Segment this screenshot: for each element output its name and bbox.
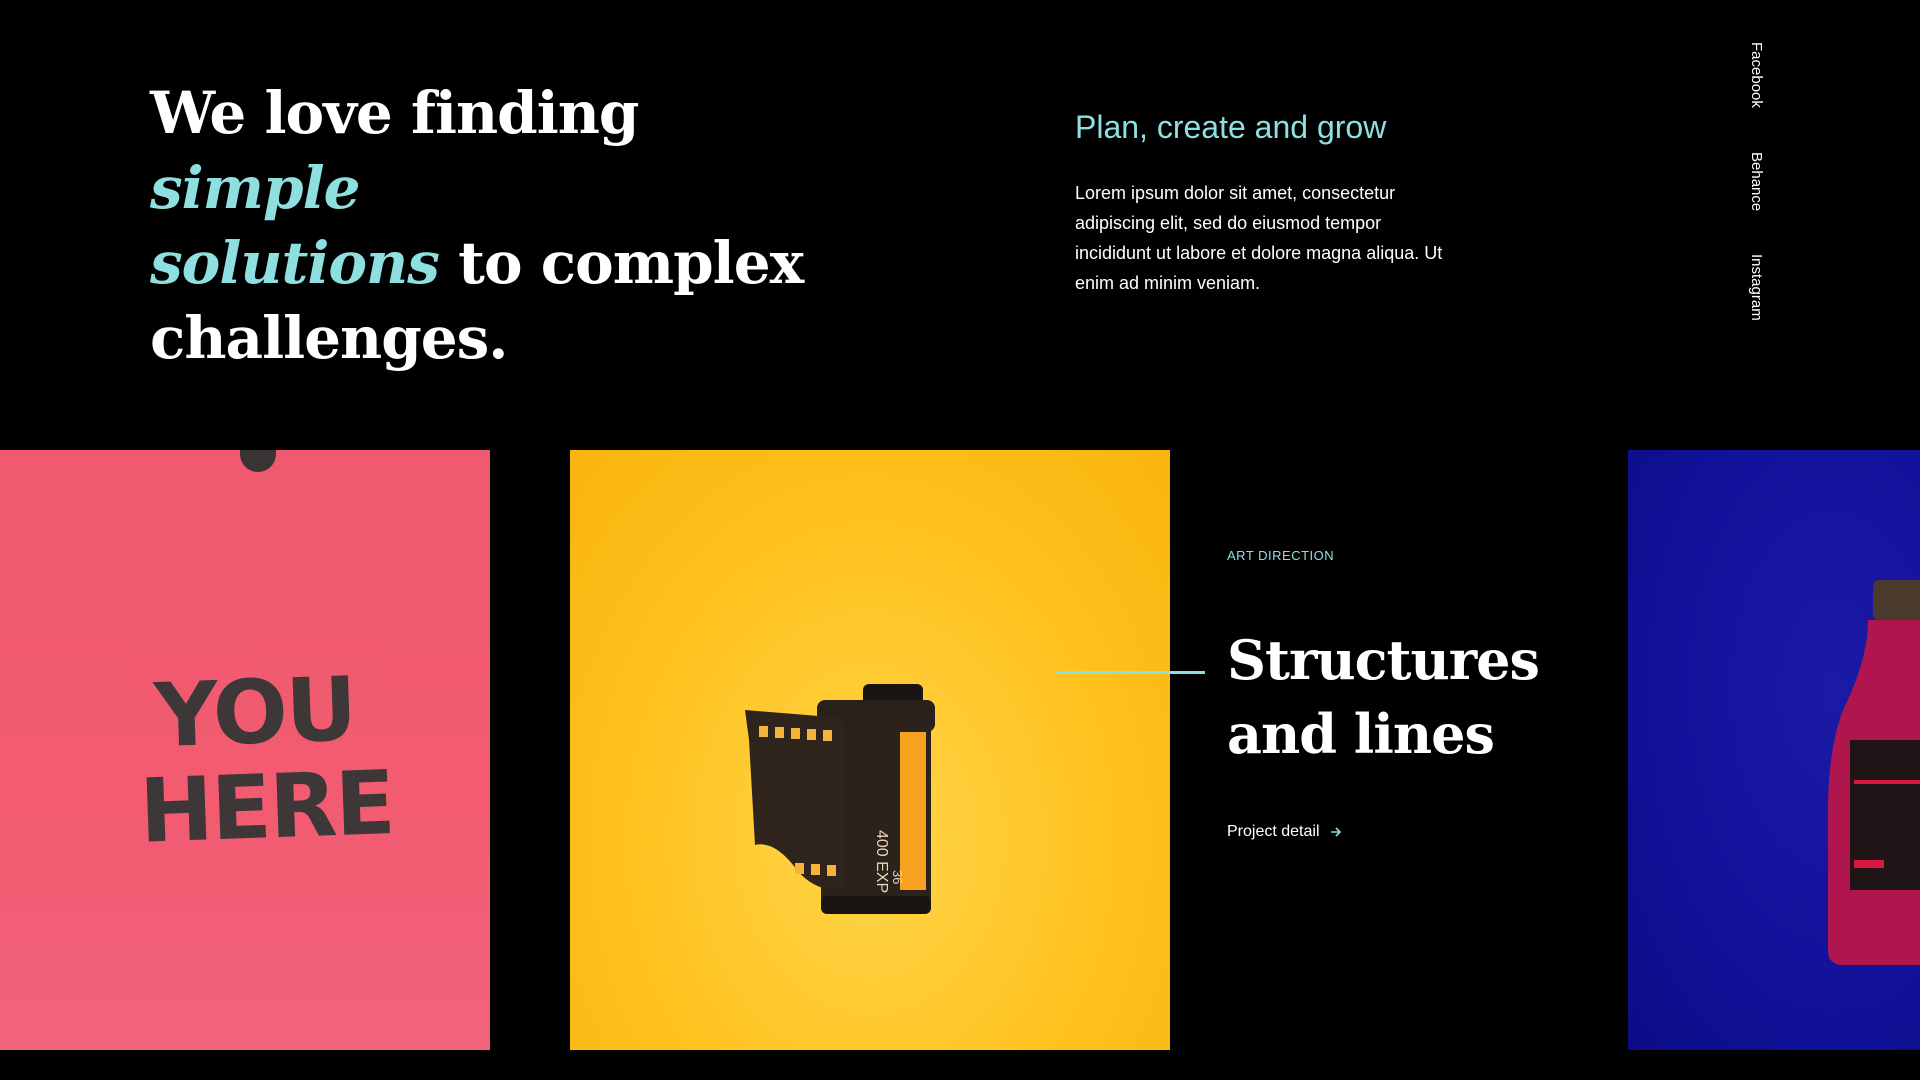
paint-drip	[240, 450, 276, 472]
project-title: Structures and lines	[1227, 623, 1627, 771]
arrow-right-icon	[1330, 827, 1341, 837]
film-count: 36	[890, 870, 905, 884]
project-info: ART DIRECTION Structures and lines Proje…	[1227, 548, 1627, 841]
gallery-card-blue[interactable]	[1628, 450, 1920, 1050]
intro-title: Plan, create and grow	[1075, 109, 1387, 145]
project-detail-link[interactable]: Project detail	[1227, 823, 1342, 841]
accent-divider	[1055, 671, 1205, 674]
film-canister-image: 400 EXP 36	[745, 684, 935, 914]
social-link-facebook[interactable]: Facebook	[1748, 42, 1765, 108]
film-label: 400 EXP	[873, 830, 890, 893]
hero-headline: We love finding simple solutions to comp…	[150, 76, 850, 376]
headline-accent-solutions: solutions	[150, 229, 440, 297]
painted-text: YOU HERE	[135, 657, 396, 863]
bottle-image	[1828, 580, 1920, 965]
social-link-instagram[interactable]: Instagram	[1748, 254, 1765, 321]
headline-text-2: to complex	[438, 229, 804, 297]
headline-text: We love finding	[150, 79, 639, 147]
project-category: ART DIRECTION	[1227, 548, 1335, 563]
headline-accent-simple: simple	[150, 154, 361, 222]
project-title-line2: and lines	[1227, 702, 1495, 766]
project-detail-label: Project detail	[1227, 823, 1320, 840]
project-title-line1: Structures	[1227, 628, 1540, 692]
painted-text-line2: HERE	[137, 750, 396, 863]
intro-section: Plan, create and grow Lorem ipsum dolor …	[1075, 104, 1475, 298]
intro-body: Lorem ipsum dolor sit amet, consectetur …	[1075, 183, 1443, 293]
headline-text-3: challenges.	[150, 304, 509, 372]
gallery-card-yellow[interactable]: 400 EXP 36	[570, 450, 1170, 1050]
social-link-behance[interactable]: Behance	[1748, 152, 1765, 211]
painted-text-line1: YOU	[152, 657, 357, 768]
gallery-card-pink[interactable]: YOU HERE	[0, 450, 490, 1050]
